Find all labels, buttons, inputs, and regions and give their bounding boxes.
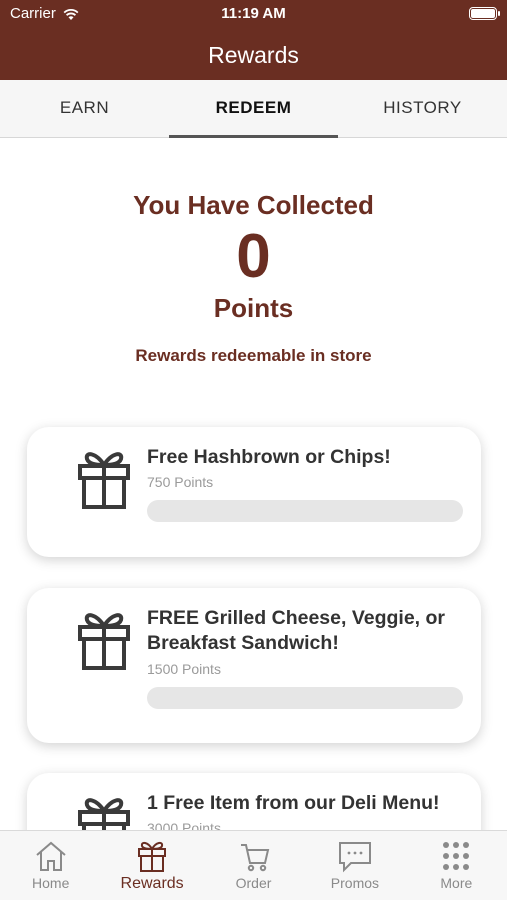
points-summary: You Have Collected 0 Points Rewards rede…: [0, 190, 507, 366]
points-value: 0: [236, 222, 271, 291]
bottom-tab-label: Order: [235, 875, 272, 891]
tab-history[interactable]: HISTORY: [338, 80, 507, 137]
reward-points: 1500 Points: [147, 660, 221, 677]
tab-earn[interactable]: EARN: [0, 80, 169, 137]
reward-card[interactable]: FREE Grilled Cheese, Veggie, or Breakfas…: [27, 588, 481, 743]
gift-icon: [78, 452, 130, 509]
status-bar: Carrier 11:19 AM: [0, 0, 507, 30]
bottom-tab-label: More: [440, 875, 473, 891]
redeemable-note: Rewards redeemable in store: [135, 346, 372, 366]
bottom-tab-rewards[interactable]: Rewards: [101, 831, 202, 900]
collected-heading: You Have Collected: [133, 190, 374, 220]
bottom-tab-order[interactable]: Order: [203, 831, 304, 900]
bottom-tab-home[interactable]: Home: [0, 831, 101, 900]
battery-icon: [469, 7, 500, 20]
bottom-tab-promos[interactable]: Promos: [304, 831, 405, 900]
chat-bubble-icon: [338, 842, 371, 873]
gift-icon: [78, 613, 130, 670]
reward-title: 1 Free Item from our Deli Menu!: [147, 792, 440, 814]
rewards-tabs: EARN REDEEM HISTORY: [0, 80, 507, 138]
bottom-tab-label: Promos: [330, 875, 380, 891]
points-label: Points: [213, 293, 294, 324]
reward-title: Free Hashbrown or Chips!: [147, 446, 391, 468]
navigation-bar: Rewards: [0, 30, 507, 80]
reward-card[interactable]: Free Hashbrown or Chips! 750 Points: [27, 427, 481, 557]
bottom-tab-more[interactable]: More: [406, 831, 507, 900]
grid-dots-icon: [443, 842, 470, 870]
reward-progress-bar: [147, 500, 463, 523]
reward-progress-bar: [147, 686, 463, 709]
bottom-tab-label: Rewards: [120, 875, 184, 892]
reward-points: 750 Points: [147, 474, 214, 491]
tab-redeem[interactable]: REDEEM: [169, 80, 338, 138]
bottom-tab-bar: Home Rewards Order Promos More: [0, 830, 507, 900]
gift-icon: [138, 841, 167, 872]
home-icon: [36, 841, 66, 871]
status-time: 11:19 AM: [221, 5, 286, 22]
bottom-tab-label: Home: [32, 875, 70, 891]
cart-icon: [240, 844, 269, 872]
reward-title: FREE Grilled Cheese, Veggie, or Breakfas…: [147, 607, 446, 655]
page-title: Rewards: [208, 42, 299, 68]
